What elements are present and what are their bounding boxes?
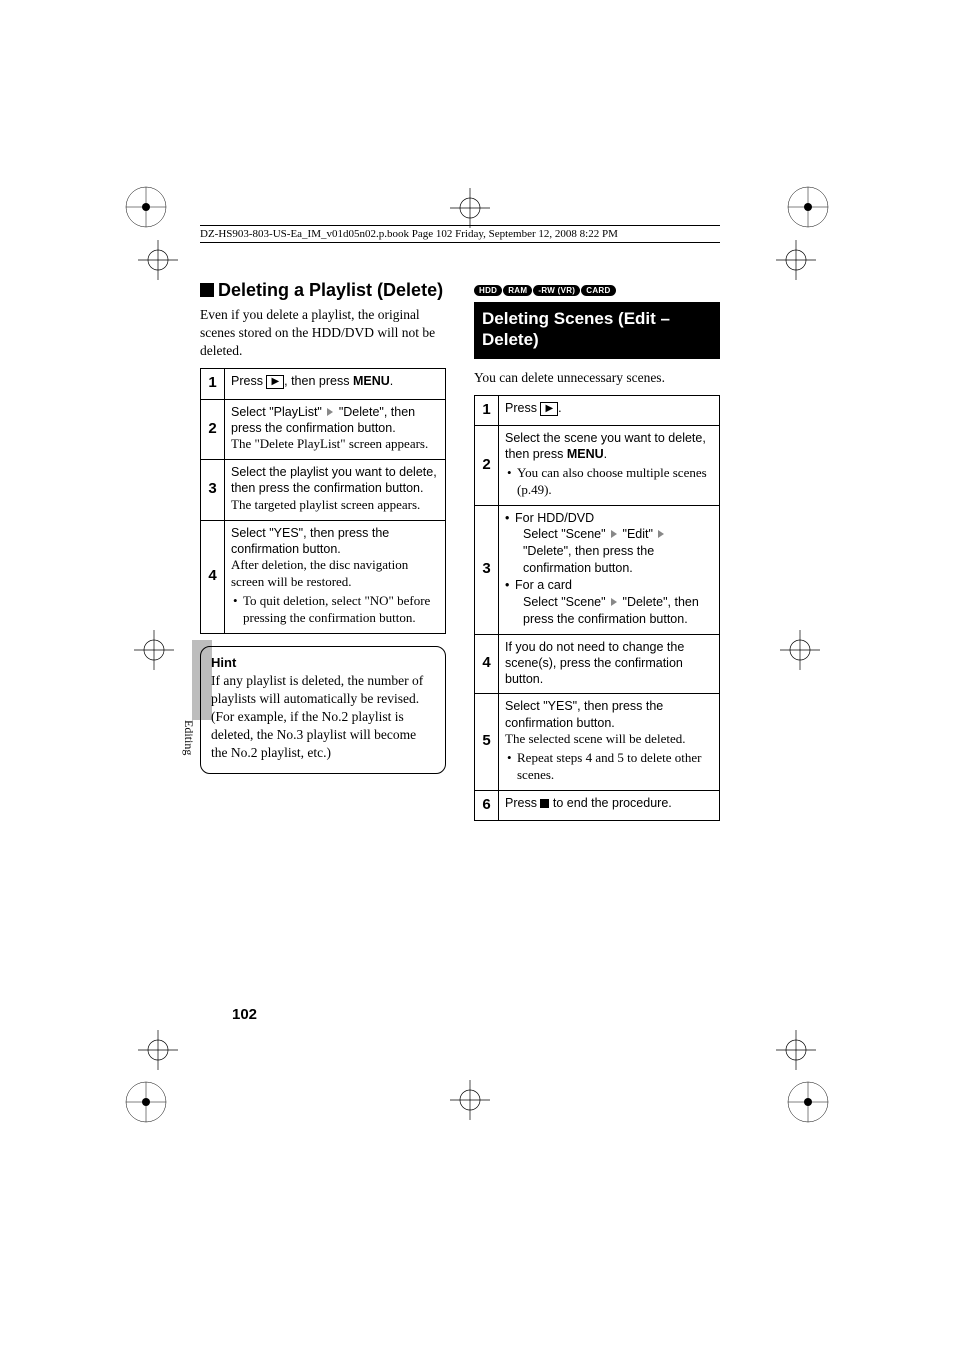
step-text: Select the playlist you want to delete, …: [231, 465, 437, 495]
step-number: 4: [475, 634, 499, 694]
reg-cross-icon: [780, 630, 820, 670]
step-text: .: [558, 401, 561, 415]
step-text: to end the procedure.: [549, 796, 671, 810]
step-number: 1: [201, 369, 225, 400]
step-text: If you do not need to change the scene(s…: [505, 640, 684, 687]
step-subtext: The "Delete PlayList" screen appears.: [231, 436, 439, 453]
step-number: 2: [475, 426, 499, 505]
step-number: 1: [475, 395, 499, 426]
step-number: 2: [201, 399, 225, 459]
step-number: 3: [201, 460, 225, 520]
play-icon: ▶: [266, 375, 284, 389]
step-subtext: After deletion, the disc navigation scre…: [231, 557, 439, 591]
step-card-head: For a card: [505, 577, 713, 594]
right-heading: Deleting Scenes (Edit – Delete): [474, 302, 720, 359]
step-number: 4: [201, 520, 225, 633]
step-text: .: [604, 447, 607, 461]
step-text: Select "YES", then press the confirmatio…: [505, 699, 663, 729]
reg-disc-icon: [786, 1080, 830, 1124]
step-cell: If you do not need to change the scene(s…: [499, 634, 720, 694]
reg-disc-icon: [786, 185, 830, 229]
step-number: 6: [475, 790, 499, 821]
badge-card: CARD: [581, 285, 615, 296]
side-tab-label: Editing: [181, 720, 196, 755]
left-heading-text: Deleting a Playlist (Delete): [218, 280, 443, 300]
menu-label: MENU: [567, 447, 604, 461]
step-text: Select "PlayList": [231, 405, 322, 419]
step-text: Press: [231, 374, 266, 388]
step-text: .: [390, 374, 393, 388]
right-steps-table: 1 Press ▶. 2 Select the scene you want t…: [474, 395, 720, 821]
badge-hdd: HDD: [474, 285, 502, 296]
step-hdd-line: Select "Scene" "Edit" "Delete", then pre…: [505, 526, 713, 577]
reg-cross-icon: [134, 630, 174, 670]
step-cell: Select "YES", then press the confirmatio…: [499, 694, 720, 790]
step-text: , then press: [284, 374, 353, 388]
page-number: 102: [232, 1006, 257, 1023]
reg-cross-icon: [776, 1030, 816, 1070]
running-head: DZ-HS903-803-US-Ea_IM_v01d05n02.p.book P…: [200, 225, 720, 243]
step-cell: Select the scene you want to delete, the…: [499, 426, 720, 505]
step-card-line: Select "Scene" "Delete", then press the …: [505, 594, 713, 628]
left-steps-table: 1 Press ▶, then press MENU. 2 Select "Pl…: [200, 368, 446, 633]
hint-title: Hint: [211, 655, 435, 670]
menu-label: MENU: [353, 374, 390, 388]
step-text: Select "YES", then press the confirmatio…: [231, 526, 389, 556]
step-bullet: To quit deletion, select "NO" before pre…: [231, 593, 439, 627]
right-column: HDDRAM-RW (VR)CARD Deleting Scenes (Edit…: [474, 280, 720, 831]
reg-cross-icon: [138, 240, 178, 280]
step-text: Press: [505, 401, 540, 415]
step-cell: Press ▶.: [499, 395, 720, 426]
badge-rwvr: -RW (VR): [533, 285, 580, 296]
left-intro: Even if you delete a playlist, the origi…: [200, 306, 446, 361]
reg-cross-icon: [776, 240, 816, 280]
reg-cross-icon: [450, 1080, 490, 1120]
step-bullet: Repeat steps 4 and 5 to delete other sce…: [505, 750, 713, 784]
triangle-right-icon: [658, 530, 664, 538]
media-badges: HDDRAM-RW (VR)CARD: [474, 280, 720, 298]
step-cell: Select "PlayList" "Delete", then press t…: [225, 399, 446, 459]
hint-box: Hint If any playlist is deleted, the num…: [200, 646, 446, 774]
step-subtext: The targeted playlist screen appears.: [231, 497, 439, 514]
square-bullet-icon: [200, 283, 214, 297]
step-cell: Press ▶, then press MENU.: [225, 369, 446, 400]
step-number: 5: [475, 694, 499, 790]
step-hdd-head: For HDD/DVD: [505, 510, 713, 527]
step-cell: Select "YES", then press the confirmatio…: [225, 520, 446, 633]
badge-ram: RAM: [503, 285, 532, 296]
step-bullet: You can also choose multiple scenes (p.4…: [505, 465, 713, 499]
left-column: Deleting a Playlist (Delete) Even if you…: [200, 280, 446, 831]
reg-disc-icon: [124, 185, 168, 229]
reg-cross-icon: [450, 188, 490, 228]
step-cell: For HDD/DVD Select "Scene" "Edit" "Delet…: [499, 505, 720, 634]
step-text: Press: [505, 796, 540, 810]
step-cell: Select the playlist you want to delete, …: [225, 460, 446, 520]
reg-disc-icon: [124, 1080, 168, 1124]
step-cell: Press to end the procedure.: [499, 790, 720, 821]
hint-body: If any playlist is deleted, the number o…: [211, 672, 435, 763]
triangle-right-icon: [327, 408, 333, 416]
left-heading: Deleting a Playlist (Delete): [200, 280, 446, 302]
step-subtext: The selected scene will be deleted.: [505, 731, 713, 748]
step-number: 3: [475, 505, 499, 634]
reg-cross-icon: [138, 1030, 178, 1070]
play-icon: ▶: [540, 402, 558, 416]
triangle-right-icon: [611, 530, 617, 538]
triangle-right-icon: [611, 598, 617, 606]
right-intro: You can delete unnecessary scenes.: [474, 369, 720, 387]
